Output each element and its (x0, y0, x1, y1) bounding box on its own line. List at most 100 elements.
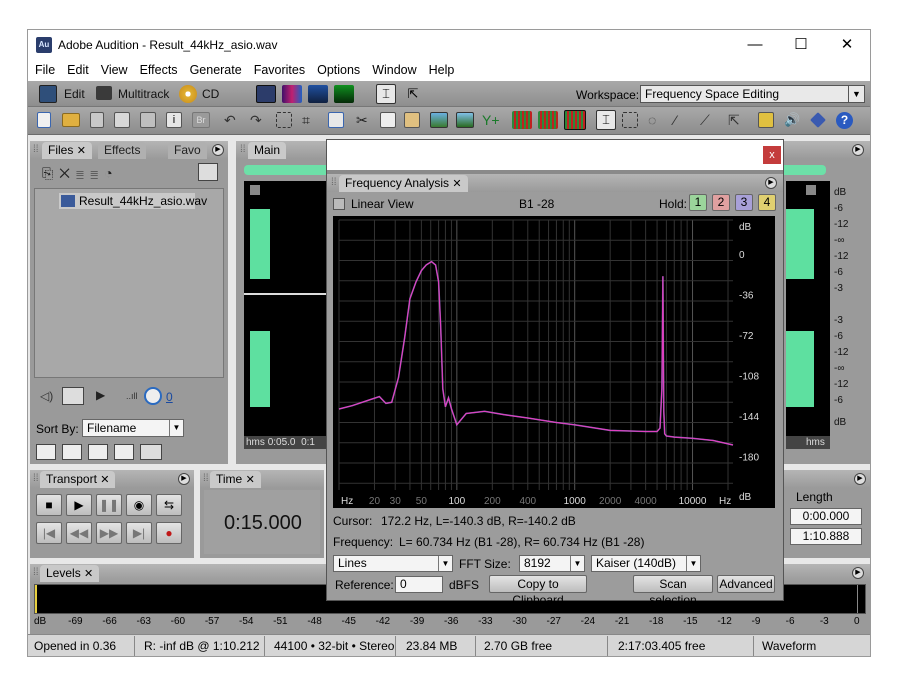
marker-icon[interactable] (810, 112, 826, 128)
edit-view-button[interactable]: Edit (64, 85, 85, 103)
fft-size-select[interactable]: 8192 ▼ (519, 555, 585, 572)
paste-icon[interactable] (404, 112, 420, 128)
filter-more-icon[interactable] (166, 444, 184, 460)
repeat-icon[interactable] (276, 112, 292, 128)
hold-button-1[interactable]: 1 (689, 194, 707, 211)
minimize-button[interactable]: — (732, 30, 778, 60)
hold-button-4[interactable]: 4 (758, 194, 776, 211)
reference-input[interactable]: 0 (395, 576, 443, 593)
tab-main[interactable]: Main (248, 142, 287, 159)
menu-generate[interactable]: Generate (183, 60, 247, 77)
menu-effects[interactable]: Effects (133, 60, 183, 77)
close-tab-icon[interactable]: ✕ (452, 178, 461, 190)
timer-icon[interactable]: ◔ (104, 165, 118, 181)
help-icon[interactable]: ? (836, 112, 853, 129)
go-to-start-button[interactable]: |◀ (36, 522, 62, 544)
scan-selection-button[interactable]: Scan selection (633, 575, 713, 607)
close-tab-icon[interactable]: ✕ (246, 474, 255, 486)
volume-value[interactable]: 0 (166, 390, 173, 404)
workspace-select[interactable]: Frequency Space Editing ▼ (640, 85, 865, 103)
time-selection-icon[interactable]: ⌶ (376, 84, 396, 104)
panel-menu-icon[interactable]: ▶ (178, 473, 190, 485)
cd-view-button[interactable]: CD (202, 85, 219, 103)
tab-effects[interactable]: Effects (98, 142, 147, 159)
waveform-view-icon[interactable] (256, 85, 276, 103)
redo-icon[interactable]: ↷ (250, 112, 268, 130)
zero-crossing-icon[interactable] (512, 111, 532, 129)
view-options-icon[interactable] (198, 163, 218, 181)
rewind-button[interactable]: ◀◀ (66, 522, 92, 544)
menu-help[interactable]: Help (422, 60, 460, 77)
save-icon[interactable] (90, 112, 104, 128)
chevron-down-icon[interactable]: ▼ (686, 556, 700, 571)
brush-icon[interactable]: ⁄ (674, 112, 692, 130)
save-all-icon[interactable] (140, 112, 156, 128)
file-list-item[interactable]: Result_44kHz_asio.wav (59, 193, 207, 209)
play-button[interactable]: ▶ (66, 494, 92, 516)
copy-icon[interactable] (380, 112, 396, 128)
pause-button[interactable]: ❚❚ (96, 494, 122, 516)
chevron-down-icon[interactable]: ▼ (570, 556, 584, 571)
close-tab-icon[interactable]: ✕ (100, 474, 109, 486)
dialog-close-button[interactable]: x (763, 146, 781, 164)
stop-button[interactable]: ■ (36, 494, 62, 516)
cd-icon[interactable] (179, 85, 197, 103)
tab-frequency-analysis[interactable]: Frequency Analysis ✕ (339, 175, 468, 192)
trim-icon[interactable]: ⌗ (302, 112, 320, 130)
close-button[interactable]: ✕ (824, 30, 870, 60)
go-to-end-button[interactable]: ▶| (126, 522, 152, 544)
panel-menu-icon[interactable]: ▶ (852, 567, 864, 579)
chevron-down-icon[interactable]: ▼ (169, 420, 183, 436)
hold-button-3[interactable]: 3 (735, 194, 753, 211)
multitrack-icon[interactable] (96, 86, 112, 100)
spectrum-plot[interactable]: 0 -36 -72 -108 -144 -180 dB dB 20 30 50 100 200 400 10… (333, 216, 775, 508)
import-icon[interactable]: ⎘ (42, 165, 59, 181)
record-button[interactable]: ● (156, 522, 182, 544)
selection-length-field[interactable]: 0:00.000 (790, 508, 862, 525)
tab-time[interactable]: Time ✕ (210, 471, 261, 488)
linear-view-checkbox[interactable] (333, 198, 345, 210)
volume-knob[interactable] (144, 387, 162, 405)
view-length-field[interactable]: 1:10.888 (790, 528, 862, 545)
menu-window[interactable]: Window (365, 60, 421, 77)
chevron-down-icon[interactable]: ▼ (848, 86, 864, 102)
copy-to-clipboard-button[interactable]: Copy to Clipboard (489, 575, 587, 607)
new-file-icon[interactable] (37, 112, 51, 128)
play-icon[interactable]: ▶ (96, 388, 105, 402)
insert-cd-icon[interactable]: ≣ (90, 165, 104, 181)
waveform-display-right[interactable]: hms (786, 181, 830, 449)
filter-loop-icon[interactable] (62, 444, 82, 460)
spectrum-chart[interactable]: 0 -36 -72 -108 -144 -180 dB dB 20 30 50 100 200 400 10… (333, 216, 775, 508)
panel-menu-icon[interactable]: ▶ (765, 177, 777, 189)
bridge-icon[interactable]: Br (192, 112, 210, 128)
close-file-icon[interactable]: ✕ (59, 165, 76, 181)
sort-by-select[interactable]: Filename ▼ (82, 419, 184, 437)
save-as-icon[interactable] (114, 112, 130, 128)
panel-menu-icon[interactable]: ▶ (852, 144, 864, 156)
speaker-icon[interactable]: 🔊 (784, 112, 802, 130)
mix-paste-icon[interactable] (456, 112, 474, 128)
filter-view-icon[interactable] (140, 444, 162, 460)
insert-multitrack-icon[interactable]: ≣ (76, 165, 90, 181)
filter-midi-icon[interactable] (114, 444, 134, 460)
menu-file[interactable]: File (28, 60, 60, 77)
graph-type-select[interactable]: Lines ▼ (333, 555, 453, 572)
close-tab-icon[interactable]: ✕ (84, 568, 93, 580)
multitrack-button[interactable]: Multitrack (118, 85, 169, 103)
zero-crossing-out-icon[interactable] (564, 110, 586, 130)
edit-view-icon[interactable] (39, 85, 57, 103)
filter-video-icon[interactable] (88, 444, 108, 460)
info-icon[interactable]: i (166, 112, 182, 128)
loop-button[interactable]: ⇆ (156, 494, 182, 516)
menu-view[interactable]: View (94, 60, 133, 77)
hybrid-tool-icon[interactable]: ⇱ (728, 112, 746, 130)
zoom-icon[interactable] (250, 185, 260, 195)
undo-icon[interactable]: ↶ (224, 112, 242, 130)
insert-icon[interactable]: Y+ (482, 112, 500, 130)
filter-edit-icon[interactable] (36, 444, 56, 460)
waveform-display-left[interactable]: hms 0:05.0 0:1 (244, 181, 326, 449)
marquee-icon[interactable]: ⇱ (404, 85, 422, 103)
menu-favorites[interactable]: Favorites (247, 60, 310, 77)
window-function-select[interactable]: Kaiser (140dB) ▼ (591, 555, 701, 572)
menu-edit[interactable]: Edit (60, 60, 94, 77)
